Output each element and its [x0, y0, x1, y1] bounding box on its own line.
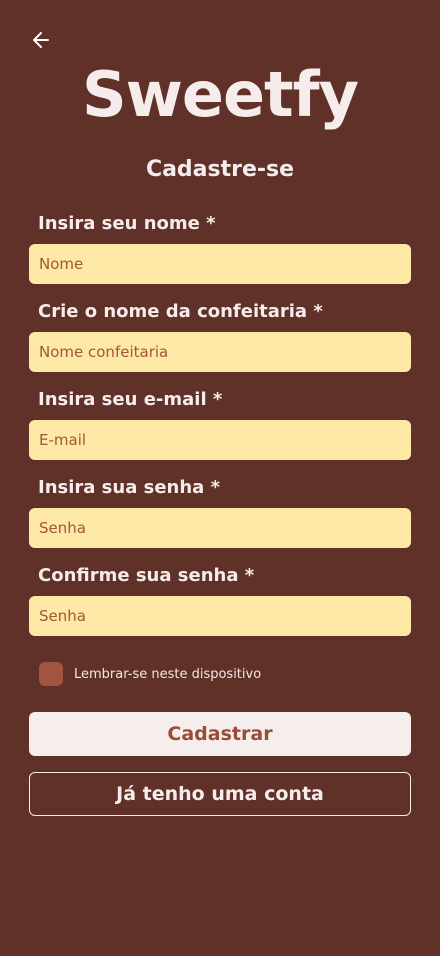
arrow-left-icon — [33, 32, 49, 48]
remember-me-label: Lembrar-se neste dispositivo — [74, 666, 262, 682]
back-button[interactable] — [28, 27, 54, 53]
bakery-name-label: Crie o nome da confeitaria * — [38, 301, 323, 322]
password-label: Insira sua senha * — [38, 477, 221, 498]
name-label: Insira seu nome * — [38, 213, 216, 234]
remember-me-row: Lembrar-se neste dispositivo — [39, 662, 261, 686]
confirm-password-label: Confirme sua senha * — [38, 565, 255, 586]
app-logo-title: Sweetfy — [81, 58, 359, 131]
bakery-name-input[interactable] — [29, 332, 411, 372]
password-input[interactable] — [29, 508, 411, 548]
page-title: Cadastre-se — [145, 157, 295, 182]
have-account-button[interactable]: Já tenho uma conta — [29, 772, 411, 816]
email-input[interactable] — [29, 420, 411, 460]
remember-me-checkbox[interactable] — [39, 662, 63, 686]
register-button[interactable]: Cadastrar — [29, 712, 411, 756]
email-label: Insira seu e-mail * — [38, 389, 223, 410]
name-input[interactable] — [29, 244, 411, 284]
confirm-password-input[interactable] — [29, 596, 411, 636]
